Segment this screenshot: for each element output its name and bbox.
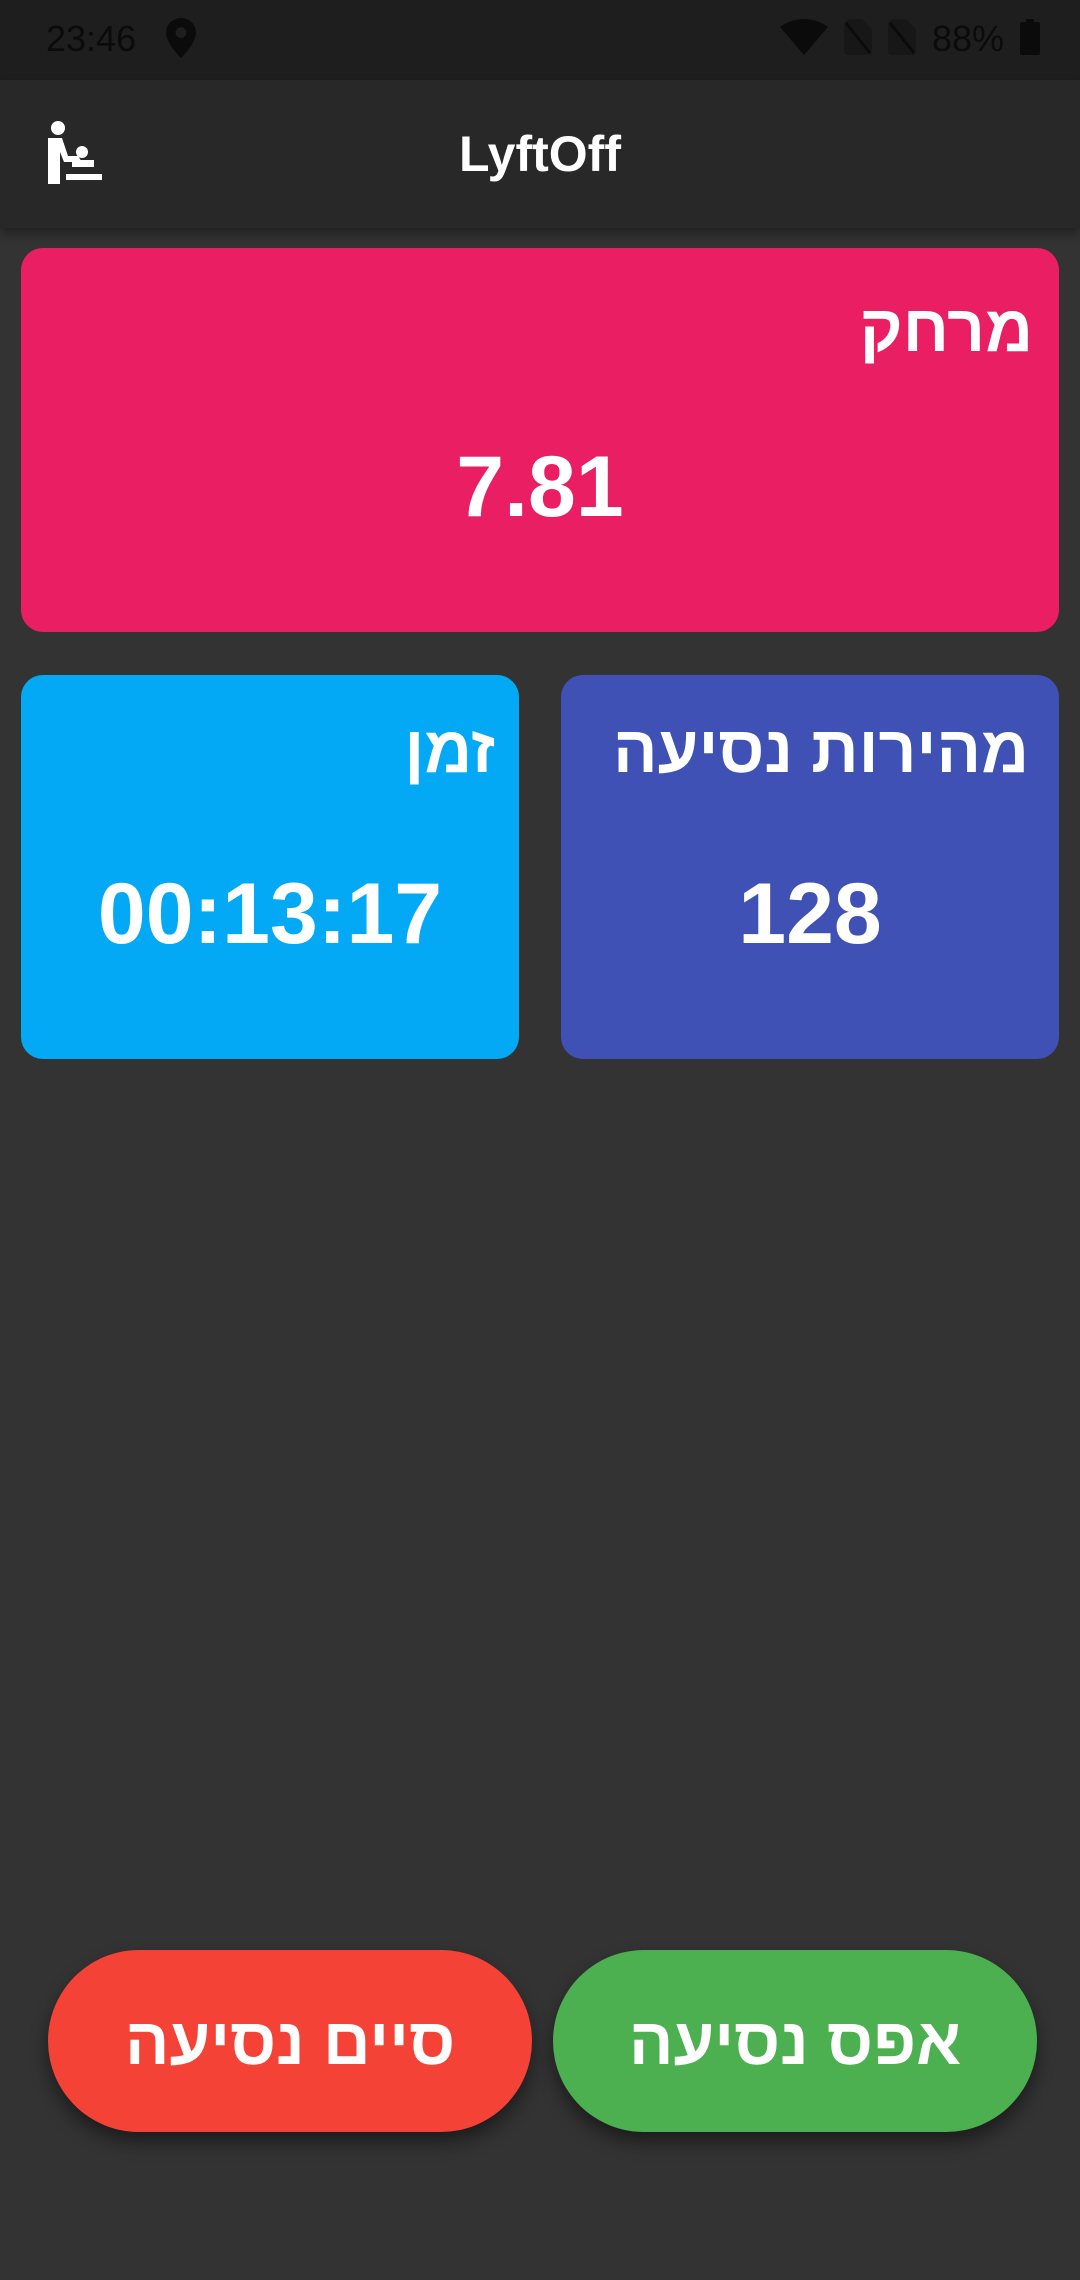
no-sim-icon [843, 18, 872, 60]
app-title: LyftOff [459, 126, 621, 182]
speed-card: מהירות נסיעה 128 [561, 675, 1059, 1059]
distance-title: מרחק [859, 291, 1033, 365]
time-card: זמן 00:13:17 [21, 675, 519, 1059]
location-icon [166, 18, 196, 63]
no-sim-icon [887, 18, 916, 60]
distance-card: מרחק 7.81 [21, 248, 1059, 632]
end-ride-button[interactable]: סיים נסיעה [48, 1950, 532, 2132]
status-icons: 88% [779, 18, 1040, 60]
speed-title: מהירות נסיעה [613, 712, 1029, 786]
wifi-icon [779, 18, 828, 60]
reset-ride-button[interactable]: אפס נסיעה [553, 1950, 1037, 2132]
speed-value: 128 [738, 866, 882, 962]
status-time: 23:46 [46, 18, 137, 59]
battery-icon [1020, 18, 1040, 60]
app-bar: LyftOff [0, 80, 1080, 228]
time-title: זמן [404, 712, 495, 786]
time-value: 00:13:17 [97, 866, 443, 962]
distance-value: 7.81 [456, 439, 624, 535]
battery-percentage: 88% [931, 18, 1004, 59]
status-bar: 23:46 88% [0, 0, 1080, 80]
